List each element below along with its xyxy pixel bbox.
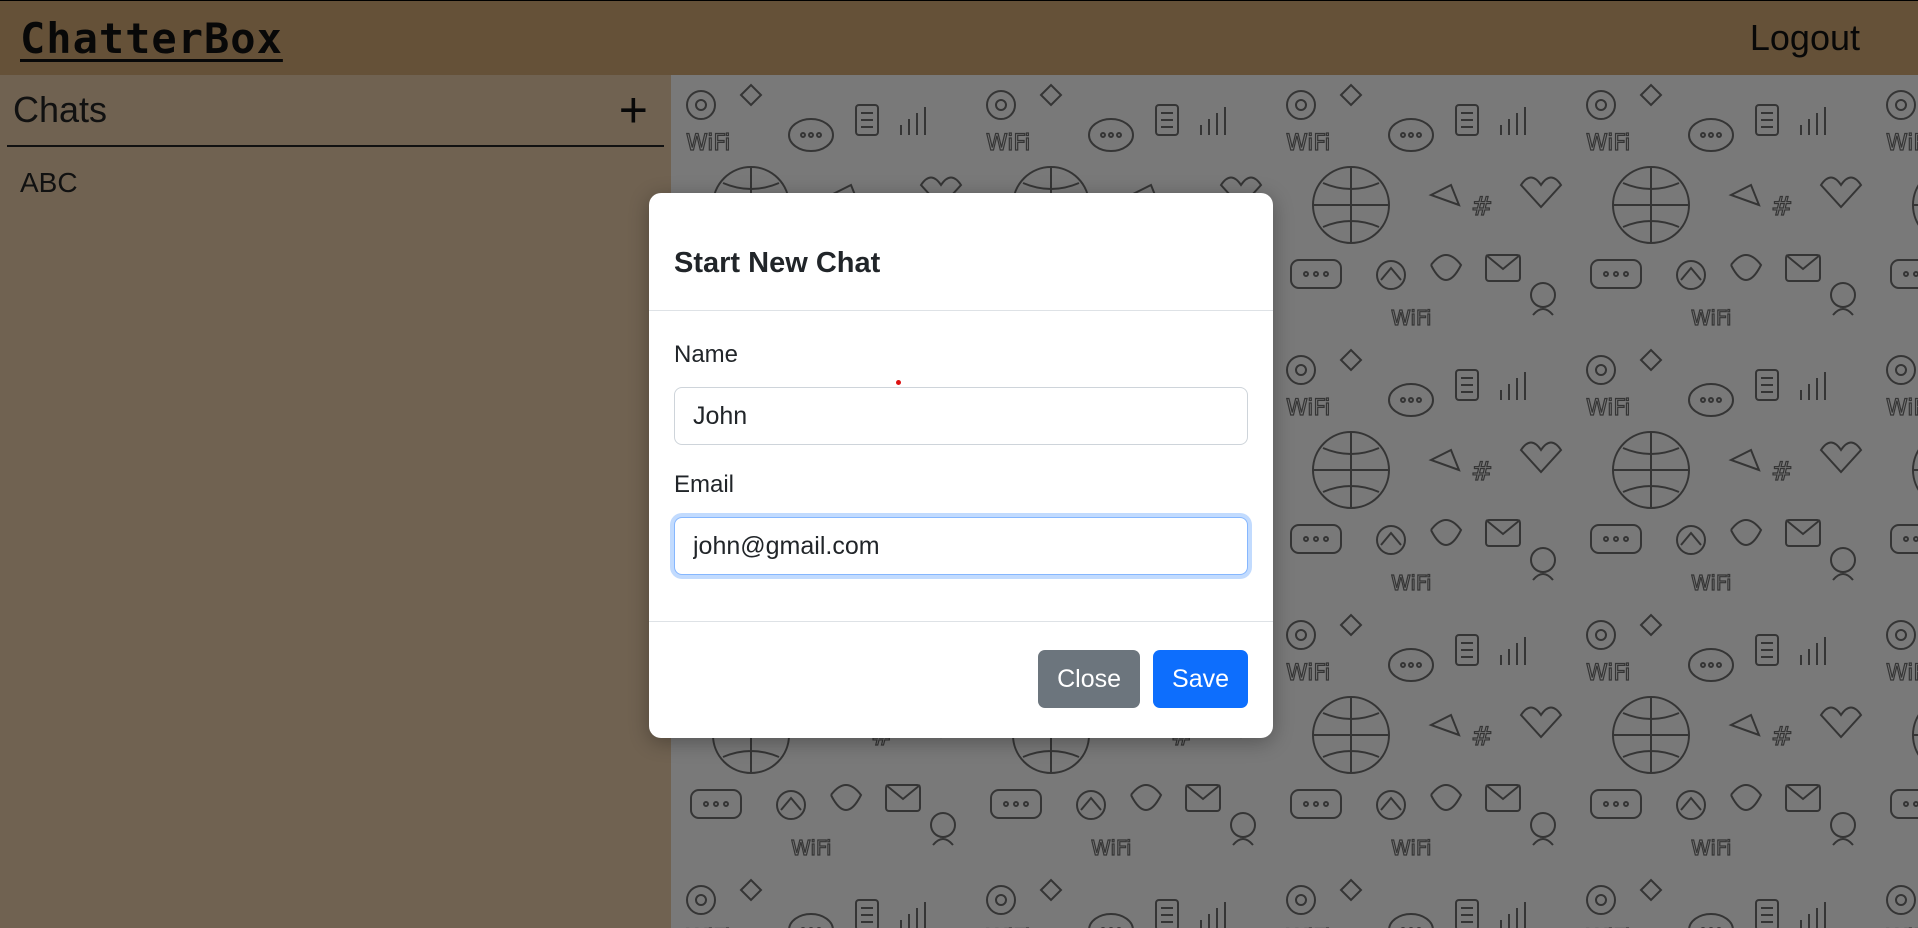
name-field-group: Name <box>674 341 1248 445</box>
name-label: Name <box>674 341 739 368</box>
modal-footer: Close Save <box>649 622 1273 736</box>
save-button[interactable]: Save <box>1153 650 1248 708</box>
cursor-marker <box>896 380 901 385</box>
close-button[interactable]: Close <box>1038 650 1141 708</box>
email-field-group: Email <box>674 471 1248 575</box>
modal-body: Name Email <box>649 311 1273 622</box>
name-input[interactable] <box>674 387 1248 445</box>
modal-header: Start New Chat <box>649 193 1273 311</box>
email-input[interactable] <box>674 517 1248 575</box>
email-label: Email <box>674 471 735 498</box>
start-new-chat-modal: Start New Chat Name Email Close Save <box>649 193 1273 738</box>
modal-title: Start New Chat <box>674 247 881 279</box>
